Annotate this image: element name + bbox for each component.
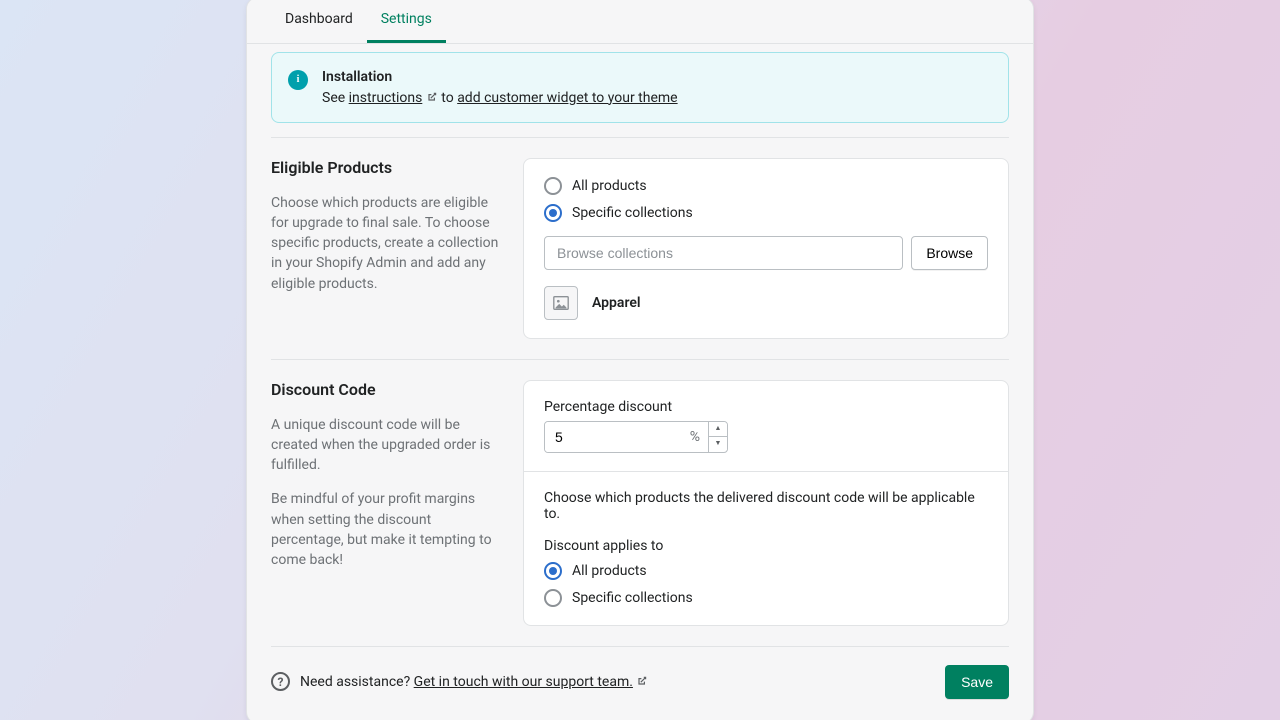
- radio-label: Specific collections: [572, 205, 693, 221]
- radio-label: All products: [572, 563, 647, 579]
- eligible-card: All products Specific collections Browse: [523, 158, 1009, 339]
- external-icon: [636, 674, 648, 690]
- radio-icon: [544, 562, 562, 580]
- discount-desc-1: A unique discount code will be created w…: [271, 415, 503, 476]
- help-icon: ?: [271, 672, 290, 691]
- banner-prefix: See: [322, 90, 349, 106]
- discount-title: Discount Code: [271, 380, 503, 399]
- image-placeholder-icon: [544, 286, 578, 320]
- radio-icon: [544, 204, 562, 222]
- tab-settings[interactable]: Settings: [367, 0, 446, 43]
- radio-icon: [544, 177, 562, 195]
- tabs: Dashboard Settings: [247, 0, 1033, 44]
- browse-collections-input[interactable]: [544, 236, 903, 270]
- discount-desc-2: Be mindful of your profit margins when s…: [271, 489, 503, 570]
- collection-item: Apparel: [544, 286, 988, 320]
- footer: ? Need assistance? Get in touch with our…: [271, 647, 1009, 699]
- percentage-input-wrap: % ▲ ▼: [544, 421, 728, 453]
- help-text: ? Need assistance? Get in touch with our…: [271, 672, 648, 691]
- banner-subtitle: See instructions to add customer widget …: [322, 90, 678, 106]
- radio-icon: [544, 589, 562, 607]
- help-prefix: Need assistance?: [300, 674, 414, 690]
- eligible-desc: Choose which products are eligible for u…: [271, 193, 503, 294]
- support-link[interactable]: Get in touch with our support team.: [414, 674, 633, 690]
- percentage-label: Percentage discount: [544, 399, 988, 415]
- banner-title: Installation: [322, 69, 678, 85]
- info-icon: i: [288, 70, 308, 90]
- tab-dashboard[interactable]: Dashboard: [271, 0, 367, 43]
- eligible-products-section: Eligible Products Choose which products …: [271, 138, 1009, 359]
- discount-card: Percentage discount % ▲ ▼ Choose which p…: [523, 380, 1009, 626]
- installation-banner: i Installation See instructions to add c…: [271, 52, 1009, 123]
- collection-name: Apparel: [592, 295, 641, 311]
- radio-label: All products: [572, 178, 647, 194]
- radio-label: Specific collections: [572, 590, 693, 606]
- content: i Installation See instructions to add c…: [247, 44, 1033, 720]
- applies-label: Discount applies to: [544, 538, 988, 554]
- settings-panel: Dashboard Settings i Installation See in…: [246, 0, 1034, 720]
- percentage-input[interactable]: [545, 422, 682, 452]
- instructions-link[interactable]: instructions: [349, 90, 423, 106]
- banner-middle: to: [441, 90, 457, 106]
- percent-suffix: %: [682, 422, 708, 452]
- step-down-button[interactable]: ▼: [709, 436, 727, 450]
- save-button[interactable]: Save: [945, 665, 1009, 699]
- applies-radio-specific[interactable]: Specific collections: [544, 589, 988, 607]
- eligible-radio-all[interactable]: All products: [544, 177, 988, 195]
- browse-button[interactable]: Browse: [911, 236, 988, 270]
- discount-code-section: Discount Code A unique discount code wil…: [271, 360, 1009, 646]
- eligible-title: Eligible Products: [271, 158, 503, 177]
- step-up-button[interactable]: ▲: [709, 422, 727, 436]
- eligible-radio-specific[interactable]: Specific collections: [544, 204, 988, 222]
- applies-note: Choose which products the delivered disc…: [544, 490, 988, 522]
- add-widget-link[interactable]: add customer widget to your theme: [457, 90, 677, 106]
- applies-radio-all[interactable]: All products: [544, 562, 988, 580]
- external-icon: [426, 90, 438, 106]
